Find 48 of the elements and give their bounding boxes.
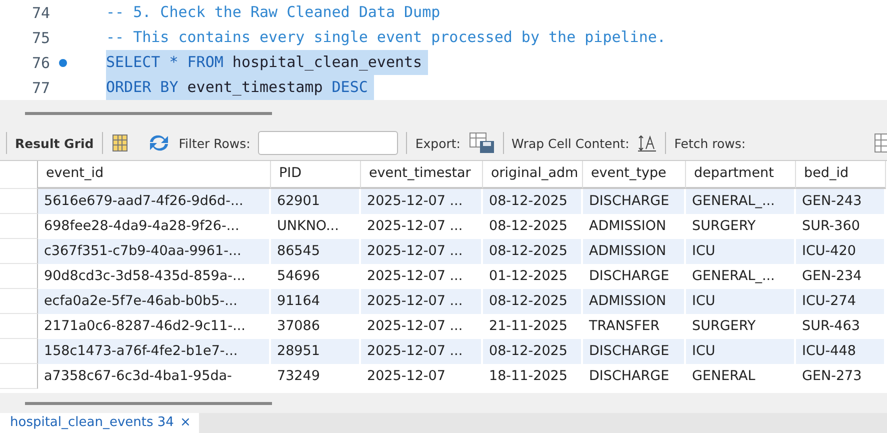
table-cell: 08-12-2025: [483, 289, 583, 314]
line-number: 75: [30, 28, 50, 46]
table-cell: ADMISSION: [583, 239, 686, 264]
table-cell: ICU: [686, 339, 796, 364]
table-cell: DISCHARGE: [583, 189, 686, 214]
table-cell: 158c1473-a76f-4fe2-b1e7-...: [38, 339, 271, 364]
table-cell: GENERAL_...: [686, 189, 796, 214]
table-cell: 5616e679-aad7-4f26-9d6d-...: [38, 189, 271, 214]
filter-rows-field[interactable]: [258, 131, 398, 155]
code-line: -- This contains every single event processed by the pipeline.: [106, 27, 667, 48]
line-number: 77: [30, 78, 50, 96]
table-cell: 2025-12-07 ...: [361, 239, 483, 264]
table-cell: ICU-448: [796, 339, 886, 364]
table-cell: 2025-12-07 ...: [361, 189, 483, 214]
table-cell: 86545: [271, 239, 361, 264]
result-tab[interactable]: hospital_clean_events 34 ×: [0, 413, 199, 433]
export-icon[interactable]: [468, 132, 495, 154]
table-cell: 91164: [271, 289, 361, 314]
table-cell: c367f351-c7b9-40aa-9961-...: [38, 239, 271, 264]
scrollbar-thumb[interactable]: [25, 402, 272, 404]
fetch-rows-icon[interactable]: [873, 133, 887, 153]
table-cell: ecfa0a2e-5f7e-46ab-b0b5-...: [38, 289, 271, 314]
grid-columns-icon[interactable]: [110, 134, 129, 152]
wrap-cell-icon[interactable]: [637, 134, 658, 152]
table-cell: ICU: [686, 239, 796, 264]
table-cell: 08-12-2025: [483, 239, 583, 264]
table-cell: 62901: [271, 189, 361, 214]
table-cell: ADMISSION: [583, 289, 686, 314]
table-cell: ICU-420: [796, 239, 886, 264]
export-label: Export:: [415, 136, 461, 150]
table-cell: 08-12-2025: [483, 189, 583, 214]
table-cell: 2025-12-07 ...: [361, 289, 483, 314]
table-cell: 2025-12-07 ...: [361, 339, 483, 364]
row-header: [0, 161, 38, 189]
wrap-label: Wrap Cell Content:: [512, 136, 630, 150]
fetch-rows-label: Fetch rows:: [674, 136, 746, 150]
table-cell: ICU: [686, 289, 796, 314]
line-number: 74: [30, 4, 50, 22]
line-number: 76: [30, 54, 50, 72]
table-cell: 08-12-2025: [483, 339, 583, 364]
table-cell: 28951: [271, 339, 361, 364]
scrollbar-thumb[interactable]: [25, 112, 272, 114]
filter-label: Filter Rows:: [178, 136, 250, 150]
table-cell: ICU-274: [796, 289, 886, 314]
result-grid-label[interactable]: Result Grid: [15, 136, 94, 150]
code-line: -- 5. Check the Raw Cleaned Data Dump: [106, 2, 442, 23]
table-cell: DISCHARGE: [583, 339, 686, 364]
table-cell: GEN-243: [796, 189, 886, 214]
